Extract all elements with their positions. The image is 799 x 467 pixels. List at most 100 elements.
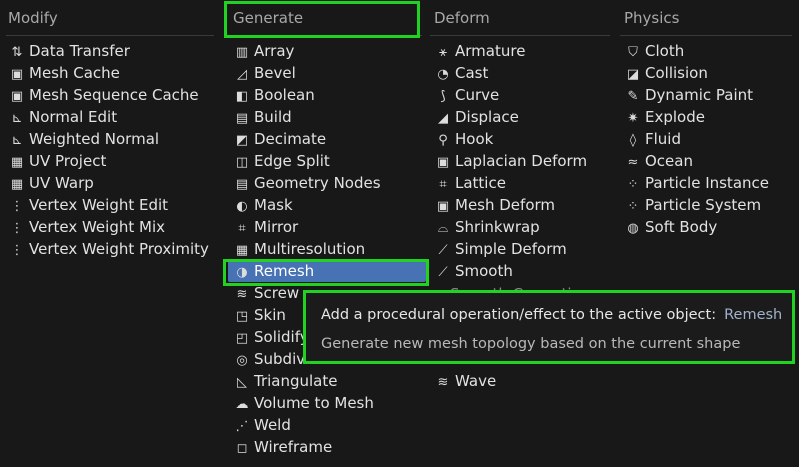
menu-item-normal-edit[interactable]: ⊾ Normal Edit <box>8 106 218 128</box>
screw-icon: ≋ <box>236 287 248 302</box>
menu-item-label: Multiresolution <box>254 240 366 258</box>
shrinkwrap-icon: ⌓ <box>437 221 449 236</box>
menu-item-label: Mesh Deform <box>455 196 556 214</box>
menu-item-label: Cast <box>455 64 489 82</box>
menu-item-explode[interactable]: ✷ Explode <box>624 106 794 128</box>
menu-item-lattice[interactable]: ⌗ Lattice <box>434 172 614 194</box>
menu-item-label: Weld <box>254 416 291 434</box>
mesh-cache-icon: ▣ <box>10 67 24 82</box>
weighted-normal-icon: ⊾ <box>11 133 23 148</box>
menu-item-weighted-normal[interactable]: ⊾ Weighted Normal <box>8 128 218 150</box>
build-icon: ▤ <box>235 111 249 126</box>
menu-item-volume-to-mesh[interactable]: ☁ Volume to Mesh <box>233 392 429 414</box>
menu-item-label: Solidify <box>254 328 309 346</box>
tooltip: Add a procedural operation/effect to the… <box>303 290 795 364</box>
menu-item-data-transfer[interactable]: ⇅ Data Transfer <box>8 40 218 62</box>
weld-icon: ⋰ <box>235 419 249 434</box>
menu-item-mesh-deform[interactable]: ▣ Mesh Deform <box>434 194 614 216</box>
menu-item-geometry-nodes[interactable]: ▤ Geometry Nodes <box>233 172 429 194</box>
subdivision-surface-icon: ◎ <box>236 353 248 368</box>
wireframe-icon: ◻ <box>236 441 248 456</box>
menu-item-label: Lattice <box>455 174 506 192</box>
menu-item-label: Shrinkwrap <box>455 218 540 236</box>
menu-item-array[interactable]: ▥ Array <box>233 40 429 62</box>
menu-item-build[interactable]: ▤ Build <box>233 106 429 128</box>
simple-deform-icon: ⟋ <box>438 243 448 258</box>
menu-item-fluid[interactable]: ◊ Fluid <box>624 128 794 150</box>
menu-item-displace[interactable]: ◢ Displace <box>434 106 614 128</box>
skin-icon: ◳ <box>235 309 249 324</box>
normal-edit-icon: ⊾ <box>11 111 23 126</box>
volume-to-mesh-icon: ☁ <box>235 397 249 412</box>
menu-item-multiresolution[interactable]: ▦ Multiresolution <box>233 238 429 260</box>
menu-item-ocean[interactable]: ≈ Ocean <box>624 150 794 172</box>
column-header-generate: Generate <box>233 9 304 27</box>
menu-item-label: Build <box>254 108 292 126</box>
menu-item-mesh-cache[interactable]: ▣ Mesh Cache <box>8 62 218 84</box>
multiresolution-icon: ▦ <box>235 243 249 258</box>
menu-item-uv-project[interactable]: ▦ UV Project <box>8 150 218 172</box>
tooltip-description-line: Add a procedural operation/effect to the… <box>321 307 782 323</box>
menu-item-hook[interactable]: ⚲ Hook <box>434 128 614 150</box>
menu-item-shrinkwrap[interactable]: ⌓ Shrinkwrap <box>434 216 614 238</box>
menu-item-label: Simple Deform <box>455 240 567 258</box>
menu-item-label: Array <box>254 42 295 60</box>
menu-item-mask[interactable]: ◐ Mask <box>233 194 429 216</box>
menu-item-vertex-weight-mix[interactable]: ⋮ Vertex Weight Mix <box>8 216 218 238</box>
menu-item-label: Data Transfer <box>29 42 130 60</box>
menu-item-simple-deform[interactable]: ⟋ Simple Deform <box>434 238 614 260</box>
menu-item-vertex-weight-edit[interactable]: ⋮ Vertex Weight Edit <box>8 194 218 216</box>
menu-item-cast[interactable]: ◔ Cast <box>434 62 614 84</box>
column-header-physics: Physics <box>624 9 680 27</box>
menu-item-particle-instance[interactable]: ⁘ Particle Instance <box>624 172 794 194</box>
divider <box>620 35 792 36</box>
menu-item-label: Volume to Mesh <box>254 394 374 412</box>
menu-item-vertex-weight-proximity[interactable]: ⋮ Vertex Weight Proximity <box>8 238 218 260</box>
soft-body-icon: ◍ <box>627 221 639 236</box>
menu-item-triangulate[interactable]: ◺ Triangulate <box>233 370 429 392</box>
menu-item-decimate[interactable]: ◩ Decimate <box>233 128 429 150</box>
menu-item-mirror[interactable]: ⌗ Mirror <box>233 216 429 238</box>
menu-item-collision[interactable]: ◪ Collision <box>624 62 794 84</box>
menu-item-label: Mirror <box>254 218 299 236</box>
menu-item-label: Bevel <box>254 64 296 82</box>
menu-item-smooth[interactable]: ⟋ Smooth <box>434 260 614 282</box>
menu-item-particle-system[interactable]: ⁘ Particle System <box>624 194 794 216</box>
menu-item-dynamic-paint[interactable]: ✎ Dynamic Paint <box>624 84 794 106</box>
menu-item-label: Cloth <box>645 42 685 60</box>
menu-item-label: Triangulate <box>254 372 338 390</box>
geometry-nodes-icon: ▤ <box>235 177 249 192</box>
ocean-icon: ≈ <box>627 155 639 170</box>
menu-item-laplacian-deform[interactable]: ▣ Laplacian Deform <box>434 150 614 172</box>
vertex-weight-edit-icon: ⋮ <box>10 199 24 214</box>
particle-instance-icon: ⁘ <box>627 177 639 192</box>
menu-item-remesh[interactable]: ◑ Remesh <box>228 260 426 282</box>
dynamic-paint-icon: ✎ <box>627 89 639 104</box>
menu-item-wave[interactable]: ≋ Wave <box>434 370 614 392</box>
menu-item-armature[interactable]: ⚹ Armature <box>434 40 614 62</box>
menu-item-cloth[interactable]: ⛉ Cloth <box>624 40 794 62</box>
collision-icon: ◪ <box>626 67 640 82</box>
menu-item-boolean[interactable]: ◧ Boolean <box>233 84 429 106</box>
menu-item-label: Hook <box>455 130 494 148</box>
menu-item-curve[interactable]: ⟆ Curve <box>434 84 614 106</box>
mask-icon: ◐ <box>236 199 248 214</box>
menu-item-bevel[interactable]: ◿ Bevel <box>233 62 429 84</box>
menu-item-weld[interactable]: ⋰ Weld <box>233 414 429 436</box>
menu-item-label: UV Project <box>29 152 107 170</box>
column-header-modify: Modify <box>8 9 58 27</box>
menu-item-label: Explode <box>645 108 705 126</box>
menu-item-label: Mesh Sequence Cache <box>29 86 199 104</box>
menu-item-soft-body[interactable]: ◍ Soft Body <box>624 216 794 238</box>
menu-item-label: Vertex Weight Proximity <box>29 240 209 258</box>
menu-item-uv-warp[interactable]: ▦ UV Warp <box>8 172 218 194</box>
menu-item-label: Mesh Cache <box>29 64 120 82</box>
menu-item-edge-split[interactable]: ◫ Edge Split <box>233 150 429 172</box>
menu-item-label: Curve <box>455 86 500 104</box>
menu-item-mesh-sequence-cache[interactable]: ▣ Mesh Sequence Cache <box>8 84 218 106</box>
boolean-icon: ◧ <box>235 89 249 104</box>
menu-item-label: Mask <box>254 196 293 214</box>
divider <box>6 35 214 36</box>
smooth-icon: ⟋ <box>438 265 448 280</box>
menu-item-wireframe[interactable]: ◻ Wireframe <box>233 436 429 458</box>
